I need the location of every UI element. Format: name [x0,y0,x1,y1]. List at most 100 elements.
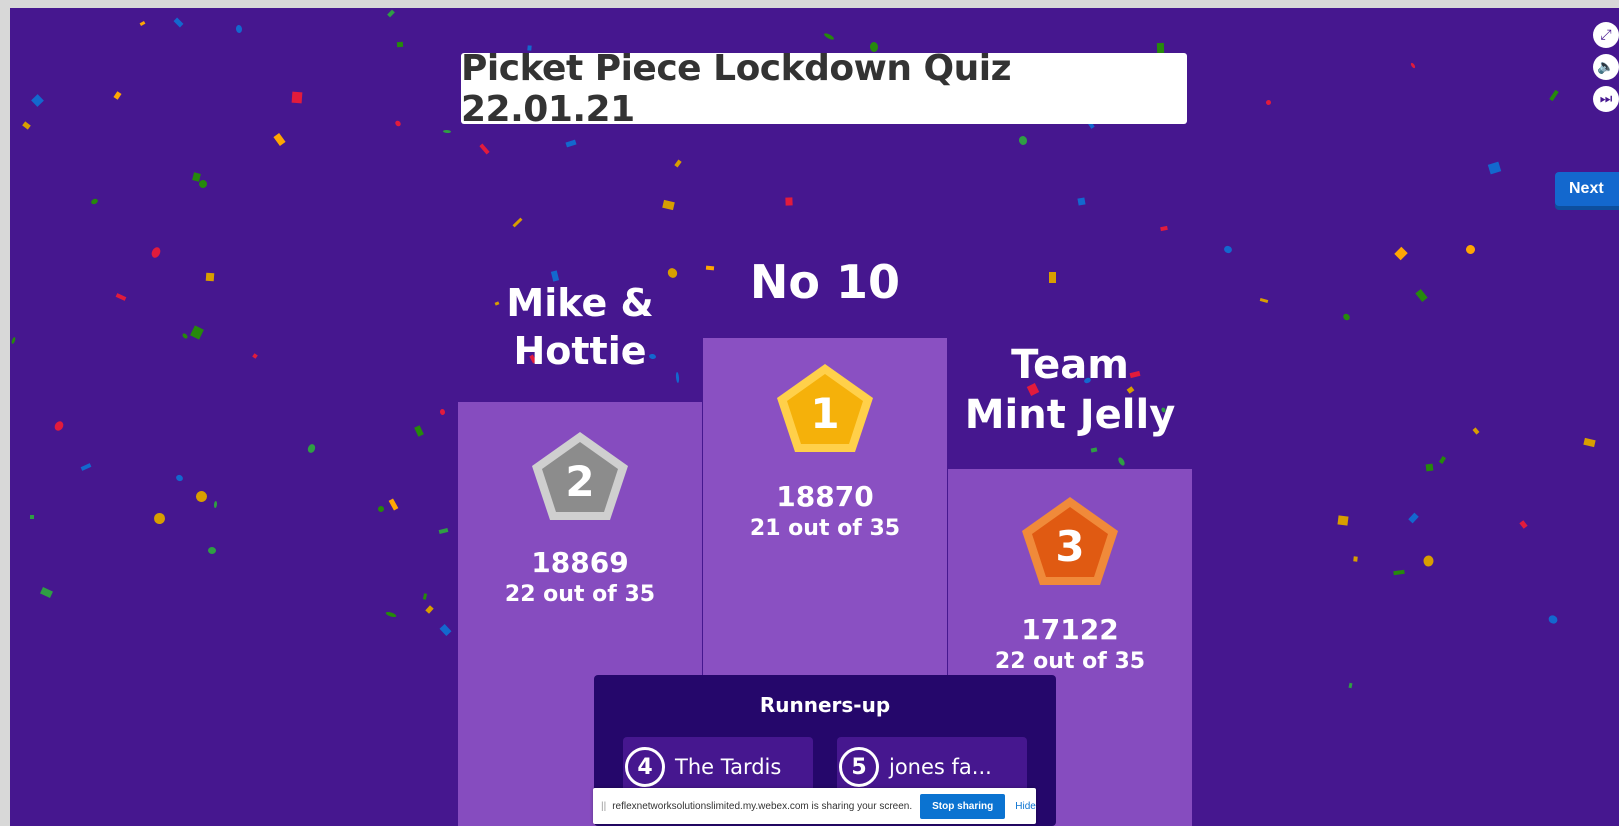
confetti-piece [387,9,395,18]
quiz-title-box: Picket Piece Lockdown Quiz 22.01.21 [461,48,1187,130]
confetti-piece [439,623,452,637]
confetti-piece [1464,243,1477,256]
correct-count-3rd: 22 out of 35 [994,649,1146,674]
confetti-piece [22,121,31,130]
confetti-piece [785,197,793,206]
confetti-piece [1438,455,1447,465]
next-button[interactable]: Next [1555,172,1619,206]
correct-count-2nd: 22 out of 35 [504,582,656,607]
confetti-piece [40,587,53,598]
confetti-piece [80,463,92,471]
hide-button[interactable]: Hide [1015,801,1036,812]
confetti-piece [173,17,184,28]
confetti-piece [252,353,258,359]
share-message: reflexnetworksolutionslimited.my.webex.c… [612,800,913,812]
confetti-piece [422,593,428,600]
confetti-piece [149,245,163,260]
confetti-piece [665,266,680,280]
confetti-piece [1415,289,1428,302]
confetti-piece [1117,456,1126,467]
confetti-piece [190,325,204,340]
confetti-piece [425,605,434,614]
skip-icon: ⏭ [1599,91,1613,107]
confetti-piece [1519,520,1528,529]
confetti-piece [1337,515,1349,526]
fullscreen-icon: ⤢ [1600,27,1612,43]
confetti-piece [1547,613,1559,626]
confetti-piece [213,500,218,509]
confetti-piece [181,332,189,340]
confetti-piece [1393,569,1405,576]
confetti-piece [113,91,122,100]
runner-rank-badge: 4 [625,747,665,787]
confetti-piece [115,293,127,301]
score-3rd: 17122 [1021,613,1119,646]
confetti-piece [31,94,44,107]
next-button-label: Next [1569,180,1604,197]
confetti-piece [139,20,146,27]
confetti-piece [1017,135,1029,146]
correct-count-1st: 21 out of 35 [749,516,901,541]
skip-button[interactable]: ⏭ [1593,86,1619,112]
confetti-piece [152,511,167,526]
confetti-piece [207,546,217,555]
confetti-piece [1425,463,1434,472]
confetti-piece [1265,99,1272,106]
confetti-piece [52,419,66,433]
confetti-piece [388,498,399,511]
confetti-piece [194,489,209,504]
confetti-piece [1472,427,1480,435]
team-name-2nd: Mike & Hottie [506,281,654,373]
confetti-piece [1394,246,1408,261]
score-2nd: 18869 [531,546,629,579]
stop-sharing-button[interactable]: Stop sharing [920,793,1006,819]
confetti-piece [291,91,303,104]
team-name-3rd: Team Mint Jelly [964,342,1176,438]
confetti-piece [205,272,215,282]
confetti-piece [10,336,17,345]
volume-button[interactable]: 🔈 [1593,54,1619,80]
confetti-piece [414,425,424,437]
volume-icon: 🔈 [1597,59,1615,75]
confetti-piece [1090,447,1098,453]
confetti-piece [1487,161,1502,175]
runner-name: jones fa... [889,755,992,779]
confetti-piece [1341,312,1352,322]
score-1st: 18870 [776,480,874,513]
results-stage: Picket Piece Lockdown Quiz 22.01.21 ⤢ 🔈 … [10,8,1619,826]
confetti-piece [662,199,675,211]
confetti-piece [1423,555,1434,567]
medal-rank-2: 2 [565,457,594,506]
confetti-piece [1223,244,1233,255]
confetti-piece [174,473,185,483]
confetti-piece [565,139,577,148]
confetti-piece [438,527,449,535]
confetti-piece [396,41,404,48]
confetti-piece [1583,437,1596,448]
confetti-piece [1408,512,1419,524]
confetti-piece [273,132,286,147]
gold-medal-icon: 1 [777,364,873,452]
confetti-piece [29,514,35,520]
confetti-piece [377,505,385,513]
runners-up-title: Runners-up [759,693,891,717]
drag-handle-icon[interactable]: || [601,801,606,812]
confetti-piece [1348,682,1353,689]
confetti-piece [674,159,682,168]
confetti-piece [479,143,490,155]
confetti-piece [1259,298,1269,303]
confetti-piece [442,129,452,134]
confetti-piece [1353,556,1358,562]
medal-rank-3: 3 [1055,522,1084,571]
confetti-piece [306,442,317,455]
confetti-piece [385,610,397,619]
confetti-piece [1549,89,1559,102]
fullscreen-button[interactable]: ⤢ [1593,22,1619,48]
confetti-piece [394,119,402,128]
confetti-piece [823,32,835,41]
confetti-piece [1049,272,1056,283]
medal-rank-1: 1 [810,389,839,438]
confetti-piece [90,197,99,206]
confetti-piece [1077,197,1086,206]
runner-name: The Tardis [675,755,782,779]
